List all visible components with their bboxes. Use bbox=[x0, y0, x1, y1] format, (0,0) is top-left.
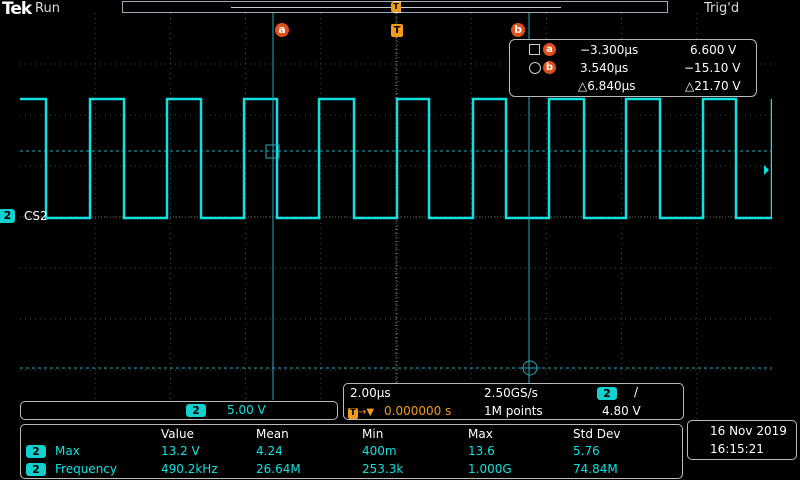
measurements-panel[interactable]: Value Mean Min Max Std Dev 2 Max 13.2 V … bbox=[20, 424, 683, 479]
datetime-panel[interactable]: 16 Nov 2019 16:15:21 bbox=[687, 420, 797, 460]
time: 16:15:21 bbox=[710, 442, 764, 456]
ch2-square-wave bbox=[20, 97, 772, 220]
ch2-volts-per-div: 5.00 V bbox=[227, 403, 266, 417]
meas-cell: 5.76 bbox=[573, 444, 600, 458]
ch2-ground-marker[interactable]: 2 bbox=[0, 209, 15, 223]
ch2-waveform-trace bbox=[20, 97, 772, 220]
record-length: 1M points bbox=[484, 404, 543, 418]
cursor-b-badge: b bbox=[543, 61, 556, 74]
trigger-slope-icon: / bbox=[634, 385, 639, 399]
trigger-level-arrow[interactable] bbox=[764, 165, 769, 175]
meas-header-max: Max bbox=[468, 427, 493, 441]
meas-row-name: Frequency bbox=[55, 462, 117, 476]
meas-header-mean: Mean bbox=[256, 427, 289, 441]
cursor-delta-time: △6.840μs bbox=[578, 79, 636, 93]
cursor-b-marker[interactable]: b bbox=[511, 23, 525, 37]
meas-row-name: Max bbox=[55, 444, 80, 458]
trigger-source-chip: 2 bbox=[597, 387, 617, 400]
circle-cursor-icon bbox=[529, 62, 541, 74]
meas-cell: 1.000G bbox=[468, 462, 512, 476]
cursor-readout-box[interactable]: a −3.300μs 6.600 V b 3.540μs −15.10 V △6… bbox=[509, 39, 757, 97]
meas-cell: 4.24 bbox=[256, 444, 283, 458]
horizontal-trigger-panel[interactable]: 2.00μs 2.50GS/s 2 / T →▼ 0.000000 s 1M po… bbox=[343, 383, 684, 420]
sample-rate: 2.50GS/s bbox=[484, 386, 538, 400]
meas-cell: 26.64M bbox=[256, 462, 301, 476]
meas-cell: 13.6 bbox=[468, 444, 495, 458]
ch2-scale-chip: 2 bbox=[186, 404, 206, 417]
meas-cell: 490.2kHz bbox=[161, 462, 218, 476]
cursor-delta-voltage: △21.70 V bbox=[685, 79, 741, 93]
trigger-position-icon: T →▼ bbox=[348, 407, 375, 419]
meas-header-min: Min bbox=[362, 427, 384, 441]
meas-cell: 74.84M bbox=[573, 462, 618, 476]
trigger-position-marker[interactable]: T bbox=[391, 24, 403, 37]
meas-row-channel-chip: 2 bbox=[26, 445, 46, 458]
cursor-a-voltage: 6.600 V bbox=[690, 43, 737, 57]
square-cursor-icon bbox=[529, 44, 540, 55]
meas-cell: 253.3k bbox=[362, 462, 404, 476]
trigger-level: 4.80 V bbox=[602, 404, 641, 418]
cursor-b-time: 3.540μs bbox=[580, 61, 629, 75]
meas-cell: 13.2 V bbox=[161, 444, 200, 458]
meas-row-channel-chip: 2 bbox=[26, 463, 46, 476]
time-per-div: 2.00μs bbox=[350, 386, 391, 400]
trigger-position: 0.000000 s bbox=[384, 404, 452, 418]
date: 16 Nov 2019 bbox=[710, 424, 787, 438]
cursor-a-marker[interactable]: a bbox=[275, 23, 289, 37]
meas-cell: 400m bbox=[362, 444, 397, 458]
ch2-scale-panel[interactable]: 2 5.00 V bbox=[20, 401, 338, 420]
meas-header-value: Value bbox=[161, 427, 194, 441]
cursor-b-voltage: −15.10 V bbox=[684, 61, 741, 75]
ch2-label: CS2 bbox=[24, 209, 48, 223]
cursor-a-time: −3.300μs bbox=[580, 43, 639, 57]
trigger-position-top-marker: T bbox=[391, 2, 401, 12]
meas-header-stddev: Std Dev bbox=[573, 427, 621, 441]
cursor-a-badge: a bbox=[543, 43, 556, 56]
